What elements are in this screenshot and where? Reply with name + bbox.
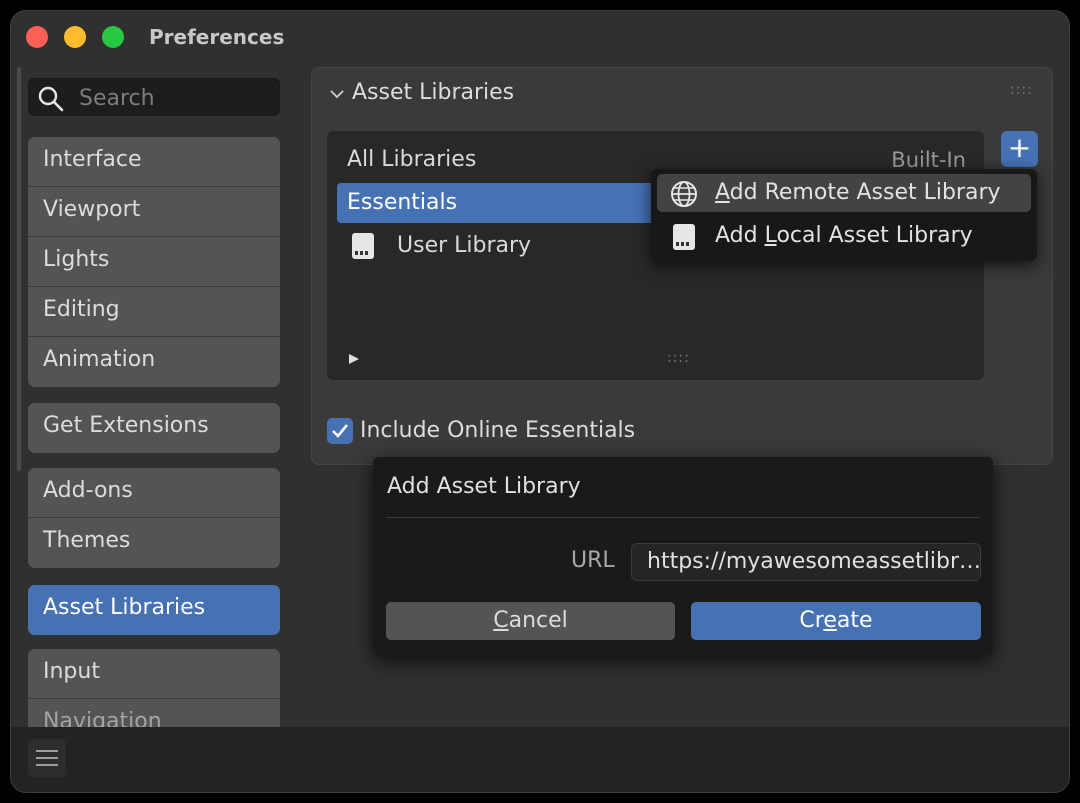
- preferences-window: Preferences Interface Viewport Lights Ed…: [10, 10, 1070, 793]
- zoom-window-button[interactable]: [102, 26, 124, 48]
- library-name: Essentials: [347, 190, 458, 215]
- plus-icon: +: [1007, 131, 1032, 164]
- bottom-bar: [11, 727, 1069, 792]
- sidebar-item-add-ons[interactable]: Add-ons: [28, 468, 280, 518]
- sidebar-item-editing[interactable]: Editing: [28, 287, 280, 337]
- search-icon: [38, 86, 64, 112]
- url-value: https://myawesomeassetlibr…: [647, 549, 981, 574]
- sidebar-group-assets: Asset Libraries: [28, 585, 280, 635]
- library-name: All Libraries: [347, 147, 477, 172]
- sidebar-scrollbar[interactable]: [17, 67, 21, 471]
- dialog-title: Add Asset Library: [387, 474, 581, 499]
- title-bar[interactable]: Preferences: [11, 11, 1069, 63]
- sidebar-item-animation[interactable]: Animation: [28, 337, 280, 387]
- menu-icon: [36, 750, 58, 752]
- sidebar-group-extensions: Get Extensions: [28, 403, 280, 453]
- sidebar-item-viewport[interactable]: Viewport: [28, 187, 280, 237]
- search-input[interactable]: [77, 82, 276, 114]
- menu-item-add-local-library[interactable]: Add Local Asset Library: [657, 217, 1031, 255]
- chevron-down-icon[interactable]: [329, 86, 345, 102]
- include-online-essentials-checkbox[interactable]: [327, 418, 353, 444]
- window-title: Preferences: [149, 25, 285, 49]
- disk-icon: [352, 233, 374, 259]
- expand-arrow-icon[interactable]: [347, 352, 361, 366]
- sidebar-group-general: Interface Viewport Lights Editing Animat…: [28, 137, 280, 387]
- dialog-divider: [386, 517, 980, 518]
- list-resize-handle[interactable]: ::::: [667, 350, 690, 366]
- cancel-button[interactable]: Cancel: [386, 602, 675, 640]
- asset-libraries-panel: Asset Libraries :::: All Libraries Built…: [311, 67, 1053, 465]
- hamburger-menu-button[interactable]: [28, 739, 66, 777]
- add-asset-library-dialog: Add Asset Library URL https://myawesomea…: [373, 457, 993, 655]
- checkbox-label[interactable]: Include Online Essentials: [360, 418, 635, 443]
- search-box[interactable]: [28, 78, 280, 116]
- panel-title[interactable]: Asset Libraries: [352, 80, 514, 105]
- disk-icon: [673, 224, 695, 250]
- add-library-menu: Add Remote Asset Library Add Local Asset…: [651, 169, 1037, 261]
- checkmark-icon: [332, 424, 349, 438]
- url-label: URL: [571, 548, 615, 573]
- close-window-button[interactable]: [26, 26, 48, 48]
- panel-drag-handle[interactable]: ::::: [1010, 82, 1033, 98]
- sidebar-item-get-extensions[interactable]: Get Extensions: [28, 403, 280, 453]
- sidebar-item-interface[interactable]: Interface: [28, 137, 280, 187]
- globe-icon: [671, 181, 697, 207]
- sidebar-item-asset-libraries[interactable]: Asset Libraries: [28, 585, 280, 635]
- create-button[interactable]: Create: [691, 602, 981, 640]
- add-library-button[interactable]: +: [1001, 131, 1038, 167]
- menu-item-add-remote-library[interactable]: Add Remote Asset Library: [657, 174, 1031, 212]
- url-input[interactable]: https://myawesomeassetlibr…: [631, 543, 981, 581]
- library-name: User Library: [397, 233, 532, 258]
- minimize-window-button[interactable]: [64, 26, 86, 48]
- sidebar-item-input[interactable]: Input: [28, 649, 280, 699]
- sidebar-group-addons: Add-ons Themes: [28, 468, 280, 568]
- sidebar-item-themes[interactable]: Themes: [28, 518, 280, 568]
- sidebar-item-lights[interactable]: Lights: [28, 237, 280, 287]
